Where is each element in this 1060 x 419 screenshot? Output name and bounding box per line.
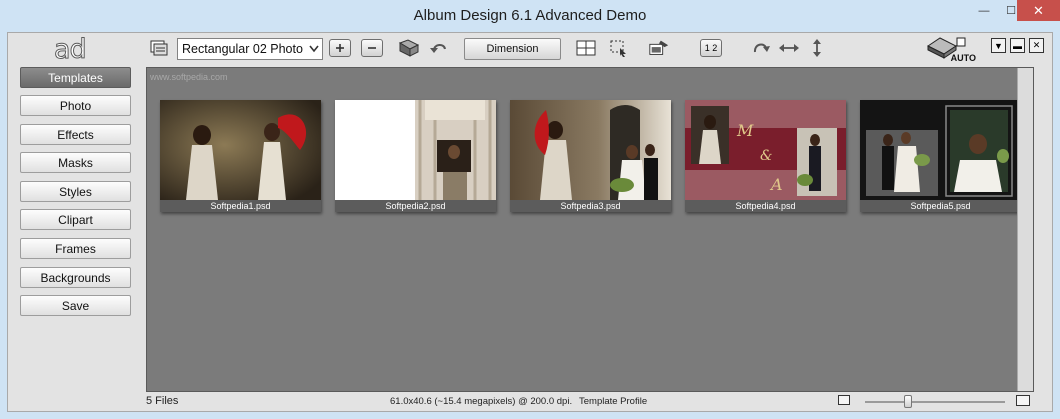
template-thumbnail[interactable]: Softpedia1.psd	[160, 100, 321, 212]
template-thumbnail[interactable]: Softpedia3.psd	[510, 100, 671, 212]
template-thumbnail[interactable]: M & A Softpedia4.psd	[685, 100, 846, 212]
resize-grip[interactable]	[1035, 372, 1051, 390]
template-select-value: Rectangular 02 Photo	[182, 42, 303, 56]
remove-page-button[interactable]	[361, 39, 383, 57]
window-close-button[interactable]: ✕	[1017, 0, 1060, 21]
flip-vertical-icon[interactable]	[806, 39, 828, 57]
template-select[interactable]: Rectangular 02 Photo	[177, 38, 323, 60]
template-preview-image	[510, 100, 671, 200]
panel-close-button[interactable]: ✕	[1029, 38, 1044, 53]
page-numbers-button[interactable]: 1 2	[700, 39, 722, 57]
select-icon[interactable]	[608, 39, 630, 57]
sidebar-item-backgrounds[interactable]: Backgrounds	[20, 267, 131, 288]
title-bar: Album Design 6.1 Advanced Demo — ☐ ✕	[0, 0, 1060, 32]
status-bar: 5 Files 61.0x40.6 (~15.4 megapixels) @ 2…	[8, 391, 1052, 411]
add-page-button[interactable]	[329, 39, 351, 57]
dropdown-button[interactable]: ▼	[991, 38, 1006, 53]
template-thumbnail[interactable]: Softpedia5.psd	[860, 100, 1021, 212]
template-preview-image	[160, 100, 321, 200]
auto-design-button[interactable]: AUTO	[926, 36, 976, 63]
page-numbers-label: 1 2	[704, 43, 718, 53]
app-logo: ad	[54, 34, 88, 66]
rotate-icon[interactable]	[750, 39, 772, 57]
thumbnail-filename: Softpedia1.psd	[160, 200, 321, 212]
dimension-info: 61.0x40.6 (~15.4 megapixels) @ 200.0 dpi…	[390, 396, 573, 407]
template-gallery: www.softpedia.com Softpedia1.psd Softped…	[146, 67, 1034, 392]
zoom-slider-thumb[interactable]	[904, 395, 912, 408]
svg-text:&: &	[760, 148, 772, 164]
template-preview-image: M & A	[685, 100, 846, 200]
sidebar-item-save[interactable]: Save	[20, 295, 131, 316]
template-profile-label: Template Profile	[579, 396, 648, 407]
thumbnail-filename: Softpedia4.psd	[685, 200, 846, 212]
thumbnail-filename: Softpedia2.psd	[335, 200, 496, 212]
vertical-scrollbar[interactable]	[1017, 68, 1033, 391]
template-thumbnail[interactable]: Softpedia2.psd	[335, 100, 496, 212]
app-frame: ad Rectangular 02 Photo Dimension 1 2 AU…	[7, 32, 1053, 412]
chevron-down-icon	[309, 41, 319, 58]
window-minimize-button[interactable]: —	[971, 0, 997, 21]
toolbar: ad Rectangular 02 Photo Dimension 1 2 AU…	[8, 33, 1052, 66]
watermark: www.softpedia.com	[150, 72, 228, 82]
book-icon[interactable]	[398, 39, 420, 57]
sidebar-item-masks[interactable]: Masks	[20, 152, 131, 173]
sidebar-item-styles[interactable]: Styles	[20, 181, 131, 202]
window-title: Album Design 6.1 Advanced Demo	[413, 7, 647, 24]
zoom-slider-track[interactable]	[865, 401, 1005, 403]
grid-icon[interactable]	[575, 39, 597, 57]
svg-text:A: A	[769, 175, 783, 194]
sidebar-item-templates[interactable]: Templates	[20, 67, 131, 88]
photo-edit-icon[interactable]	[648, 39, 670, 57]
sidebar-item-effects[interactable]: Effects	[20, 124, 131, 145]
auto-label: AUTO	[950, 53, 976, 63]
undo-icon[interactable]	[428, 39, 450, 57]
sidebar-item-clipart[interactable]: Clipart	[20, 209, 131, 230]
layout-icon[interactable]	[148, 39, 170, 57]
zoom-in-icon[interactable]	[1016, 395, 1030, 406]
thumbnail-filename: Softpedia5.psd	[860, 200, 1021, 212]
svg-text:M: M	[736, 121, 754, 140]
zoom-out-icon[interactable]	[838, 395, 850, 405]
template-preview-image	[335, 100, 496, 200]
template-preview-image	[860, 100, 1021, 200]
sidebar-item-frames[interactable]: Frames	[20, 238, 131, 259]
sidebar-item-photo[interactable]: Photo	[20, 95, 131, 116]
panel-minimize-button[interactable]: ▬	[1010, 38, 1025, 53]
flip-horizontal-icon[interactable]	[778, 39, 800, 57]
dimension-button[interactable]: Dimension	[464, 38, 561, 60]
thumbnail-filename: Softpedia3.psd	[510, 200, 671, 212]
file-count: 5 Files	[146, 395, 179, 407]
